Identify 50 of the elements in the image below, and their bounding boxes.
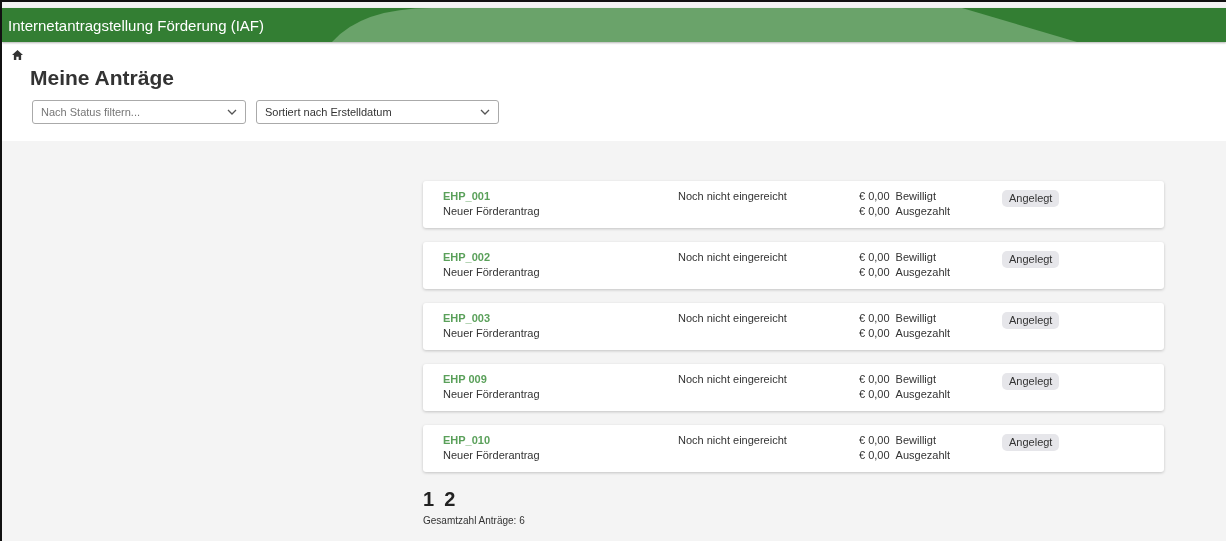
- paid-label: Ausgezahlt: [895, 388, 951, 401]
- sort-dropdown[interactable]: Sortiert nach Erstelldatum: [256, 100, 499, 124]
- approved-label: Bewilligt: [895, 312, 937, 325]
- paid-label: Ausgezahlt: [895, 266, 951, 279]
- approved-label: Bewilligt: [895, 190, 937, 203]
- approved-amount: € 0,00: [859, 190, 890, 203]
- approved-label: Bewilligt: [895, 434, 937, 447]
- status-tag: Angelegt: [1002, 434, 1060, 451]
- status-tag: Angelegt: [1002, 190, 1060, 207]
- application-card[interactable]: EHP 009 Neuer Förderantrag Noch nicht eingereicht € 0,00 Bewilligt € 0,00 Ausgezahlt Angelegt: [423, 364, 1164, 411]
- approved-amount: € 0,00: [859, 434, 890, 447]
- paid-label: Ausgezahlt: [895, 327, 951, 340]
- submission-status: Noch nicht eingereicht: [678, 190, 787, 203]
- paid-label: Ausgezahlt: [895, 449, 951, 462]
- approved-amount: € 0,00: [859, 373, 890, 386]
- application-card[interactable]: EHP_010 Neuer Förderantrag Noch nicht eingereicht € 0,00 Bewilligt € 0,00 Ausgezahlt Angelegt: [423, 425, 1164, 472]
- page-link[interactable]: 2: [444, 488, 456, 511]
- page-link[interactable]: 1: [423, 488, 435, 511]
- status-tag: Angelegt: [1002, 373, 1060, 390]
- status-filter-dropdown[interactable]: Nach Status filtern...: [32, 100, 246, 124]
- submission-status: Noch nicht eingereicht: [678, 434, 787, 447]
- status-tag: Angelegt: [1002, 251, 1060, 268]
- approved-amount: € 0,00: [859, 251, 890, 264]
- paid-amount: € 0,00: [859, 205, 890, 218]
- approved-label: Bewilligt: [895, 251, 937, 264]
- application-card[interactable]: EHP_003 Neuer Förderantrag Noch nicht eingereicht € 0,00 Bewilligt € 0,00 Ausgezahlt Angelegt: [423, 303, 1164, 350]
- application-name: Neuer Förderantrag: [443, 449, 540, 462]
- submission-status: Noch nicht eingereicht: [678, 312, 787, 325]
- application-name: Neuer Förderantrag: [443, 266, 540, 279]
- paid-amount: € 0,00: [859, 266, 890, 279]
- app-title: Internetantragstellung Förderung (IAF): [8, 16, 264, 34]
- chevron-down-icon: [227, 109, 237, 115]
- paid-amount: € 0,00: [859, 327, 890, 340]
- total-count: Gesamtzahl Anträge: 6: [423, 515, 526, 526]
- status-tag: Angelegt: [1002, 312, 1060, 329]
- submission-status: Noch nicht eingereicht: [678, 373, 787, 386]
- application-card[interactable]: EHP_002 Neuer Förderantrag Noch nicht eingereicht € 0,00 Bewilligt € 0,00 Ausgezahlt Angelegt: [423, 242, 1164, 289]
- paid-amount: € 0,00: [859, 388, 890, 401]
- application-name: Neuer Förderantrag: [443, 388, 540, 401]
- page-title: Meine Anträge: [30, 66, 175, 90]
- home-icon[interactable]: [12, 50, 23, 60]
- approved-amount: € 0,00: [859, 312, 890, 325]
- paid-amount: € 0,00: [859, 449, 890, 462]
- application-name: Neuer Förderantrag: [443, 327, 540, 340]
- paid-label: Ausgezahlt: [895, 205, 951, 218]
- chevron-down-icon: [480, 109, 490, 115]
- application-card[interactable]: EHP_001 Neuer Förderantrag Noch nicht eingereicht € 0,00 Bewilligt € 0,00 Ausgezahlt Angelegt: [423, 181, 1164, 228]
- application-name: Neuer Förderantrag: [443, 205, 540, 218]
- approved-label: Bewilligt: [895, 373, 937, 386]
- submission-status: Noch nicht eingereicht: [678, 251, 787, 264]
